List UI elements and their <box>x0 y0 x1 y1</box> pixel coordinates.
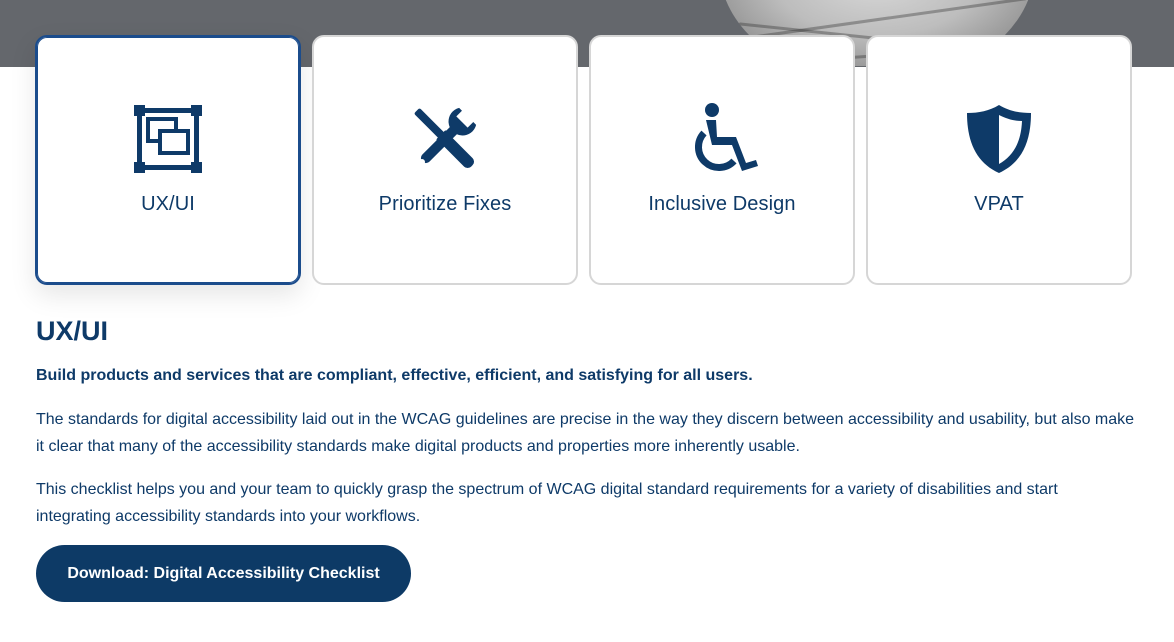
shield-icon <box>963 103 1035 175</box>
download-checklist-button[interactable]: Download: Digital Accessibility Checklis… <box>36 545 411 602</box>
section-lead: Build products and services that are com… <box>36 367 753 384</box>
card-prioritize-fixes[interactable]: Prioritize Fixes <box>312 35 578 285</box>
card-label: VPAT <box>974 193 1024 215</box>
card-label: UX/UI <box>141 193 195 215</box>
section-title: UX/UI <box>36 316 109 346</box>
service-card-tabs: UX/UI Prioritize Fixes Inclusive Design … <box>35 35 1132 285</box>
card-ux-ui[interactable]: UX/UI <box>35 35 301 285</box>
card-label: Prioritize Fixes <box>378 193 512 215</box>
wheelchair-icon <box>686 103 758 175</box>
section-paragraph: The standards for digital accessibility … <box>36 411 1135 455</box>
card-vpat[interactable]: VPAT <box>866 35 1132 285</box>
section-content: UX/UI Build products and services that a… <box>36 313 1136 530</box>
card-inclusive-design[interactable]: Inclusive Design <box>589 35 855 285</box>
card-label: Inclusive Design <box>648 193 796 215</box>
section-paragraph: This checklist helps you and your team t… <box>36 481 1058 525</box>
tools-icon <box>409 103 481 175</box>
layers-frame-icon <box>132 103 204 175</box>
